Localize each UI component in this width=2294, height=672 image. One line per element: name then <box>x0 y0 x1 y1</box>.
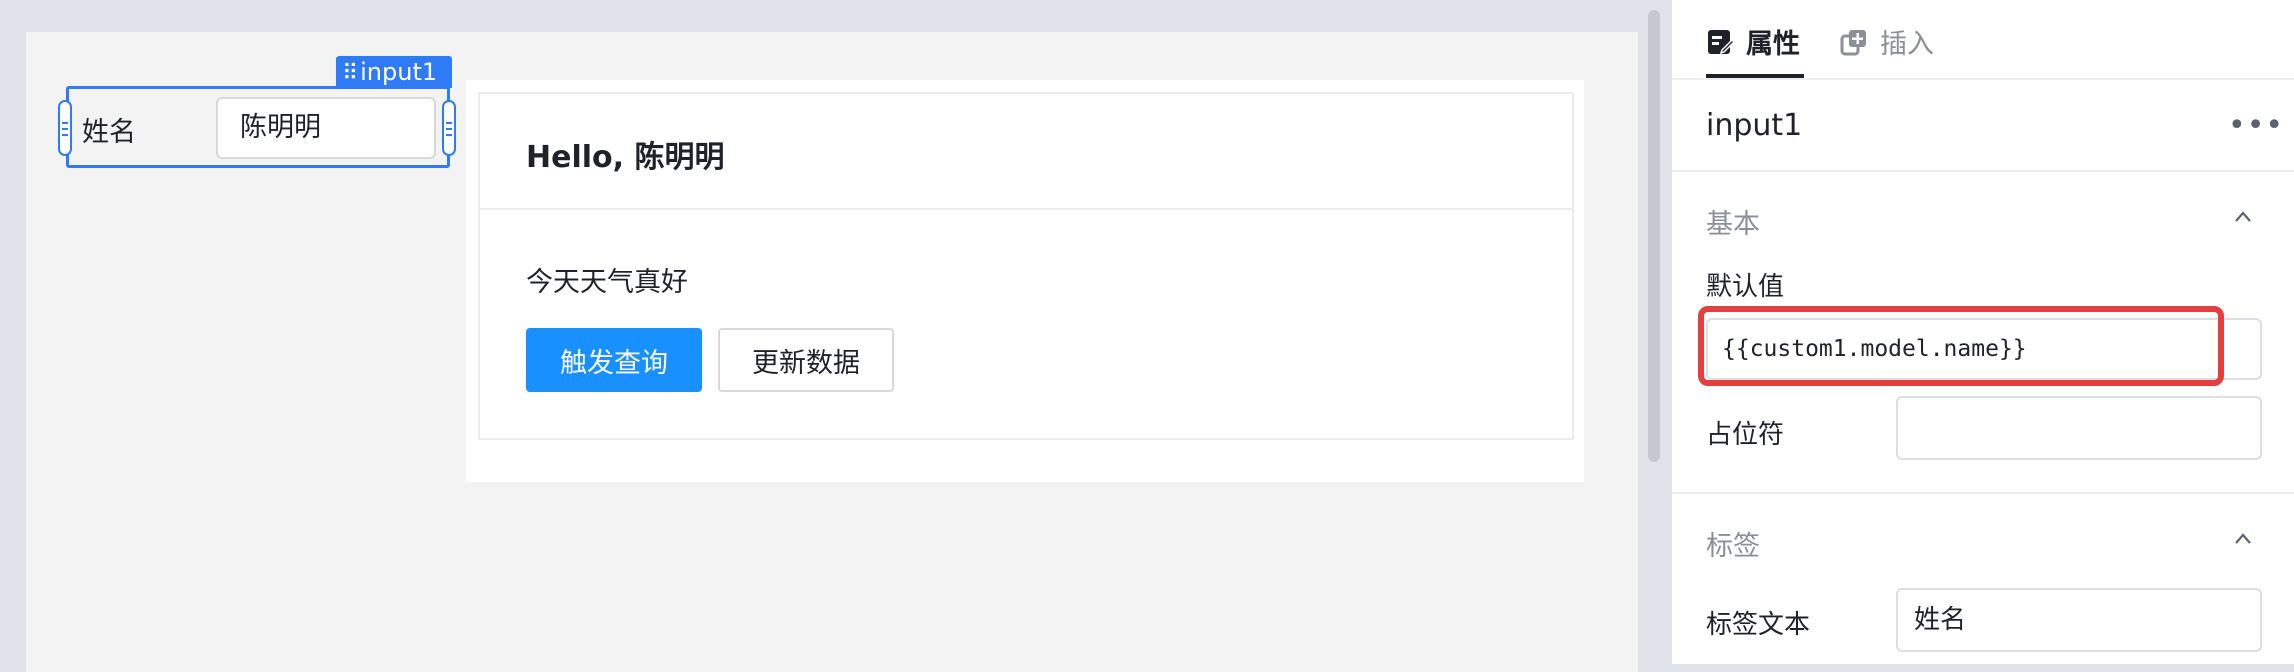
trigger-query-button[interactable]: 触发查询 <box>526 328 702 392</box>
properties-panel: 属性 插入 input1 ••• 基本 默认值 {{custom1.model.… <box>1672 0 2294 664</box>
divider <box>1672 170 2294 172</box>
edit-icon <box>1708 29 1734 54</box>
more-icon[interactable]: ••• <box>2228 108 2284 143</box>
drag-handle-icon[interactable]: ⠿ <box>342 61 358 86</box>
placeholder-label: 占位符 <box>1706 420 1785 450</box>
card-text: 今天天气真好 <box>526 267 688 298</box>
component-tag[interactable]: ⠿ input1 <box>336 56 452 88</box>
input-label: 姓名 <box>82 117 136 148</box>
card-header: Hello, 陈明明 <box>480 94 1572 210</box>
divider <box>1672 492 2294 494</box>
resize-handle-left[interactable] <box>58 100 72 156</box>
panel-tabs: 属性 插入 <box>1672 0 2294 80</box>
insert-icon <box>1840 29 1866 55</box>
resize-handle-right[interactable] <box>442 100 456 156</box>
tab-properties-label: 属性 <box>1746 29 1800 60</box>
default-value-input[interactable]: {{custom1.model.name}} <box>1706 318 2262 380</box>
label-text-input[interactable]: 姓名 <box>1896 588 2262 652</box>
update-data-button[interactable]: 更新数据 <box>718 328 894 392</box>
canvas-scrollbar[interactable] <box>1648 10 1660 462</box>
card-title: Hello, 陈明明 <box>526 140 725 175</box>
name-input[interactable]: 陈明明 <box>216 97 436 159</box>
component-tag-label: input1 <box>360 58 438 86</box>
label-text-label: 标签文本 <box>1706 610 1811 640</box>
component-name: input1 <box>1706 108 1803 143</box>
active-tab-indicator <box>1706 74 1804 78</box>
default-value-label: 默认值 <box>1706 272 1785 302</box>
chevron-up-icon[interactable] <box>2234 530 2252 548</box>
section-label-title[interactable]: 标签 <box>1706 524 1760 563</box>
section-basic-title[interactable]: 基本 <box>1706 202 1760 241</box>
tab-insert[interactable]: 插入 <box>1840 22 1934 61</box>
custom-component[interactable]: Hello, 陈明明 今天天气真好 触发查询 更新数据 <box>466 80 1584 482</box>
canvas-area: ⠿ input1 姓名 陈明明 Hello, 陈明明 今天天气真好 触发查询 更新… <box>0 0 1672 672</box>
placeholder-input[interactable] <box>1896 396 2262 460</box>
tab-properties[interactable]: 属性 <box>1706 22 1800 61</box>
chevron-up-icon[interactable] <box>2234 208 2252 226</box>
tab-insert-label: 插入 <box>1880 29 1934 60</box>
card: Hello, 陈明明 今天天气真好 触发查询 更新数据 <box>478 92 1574 440</box>
